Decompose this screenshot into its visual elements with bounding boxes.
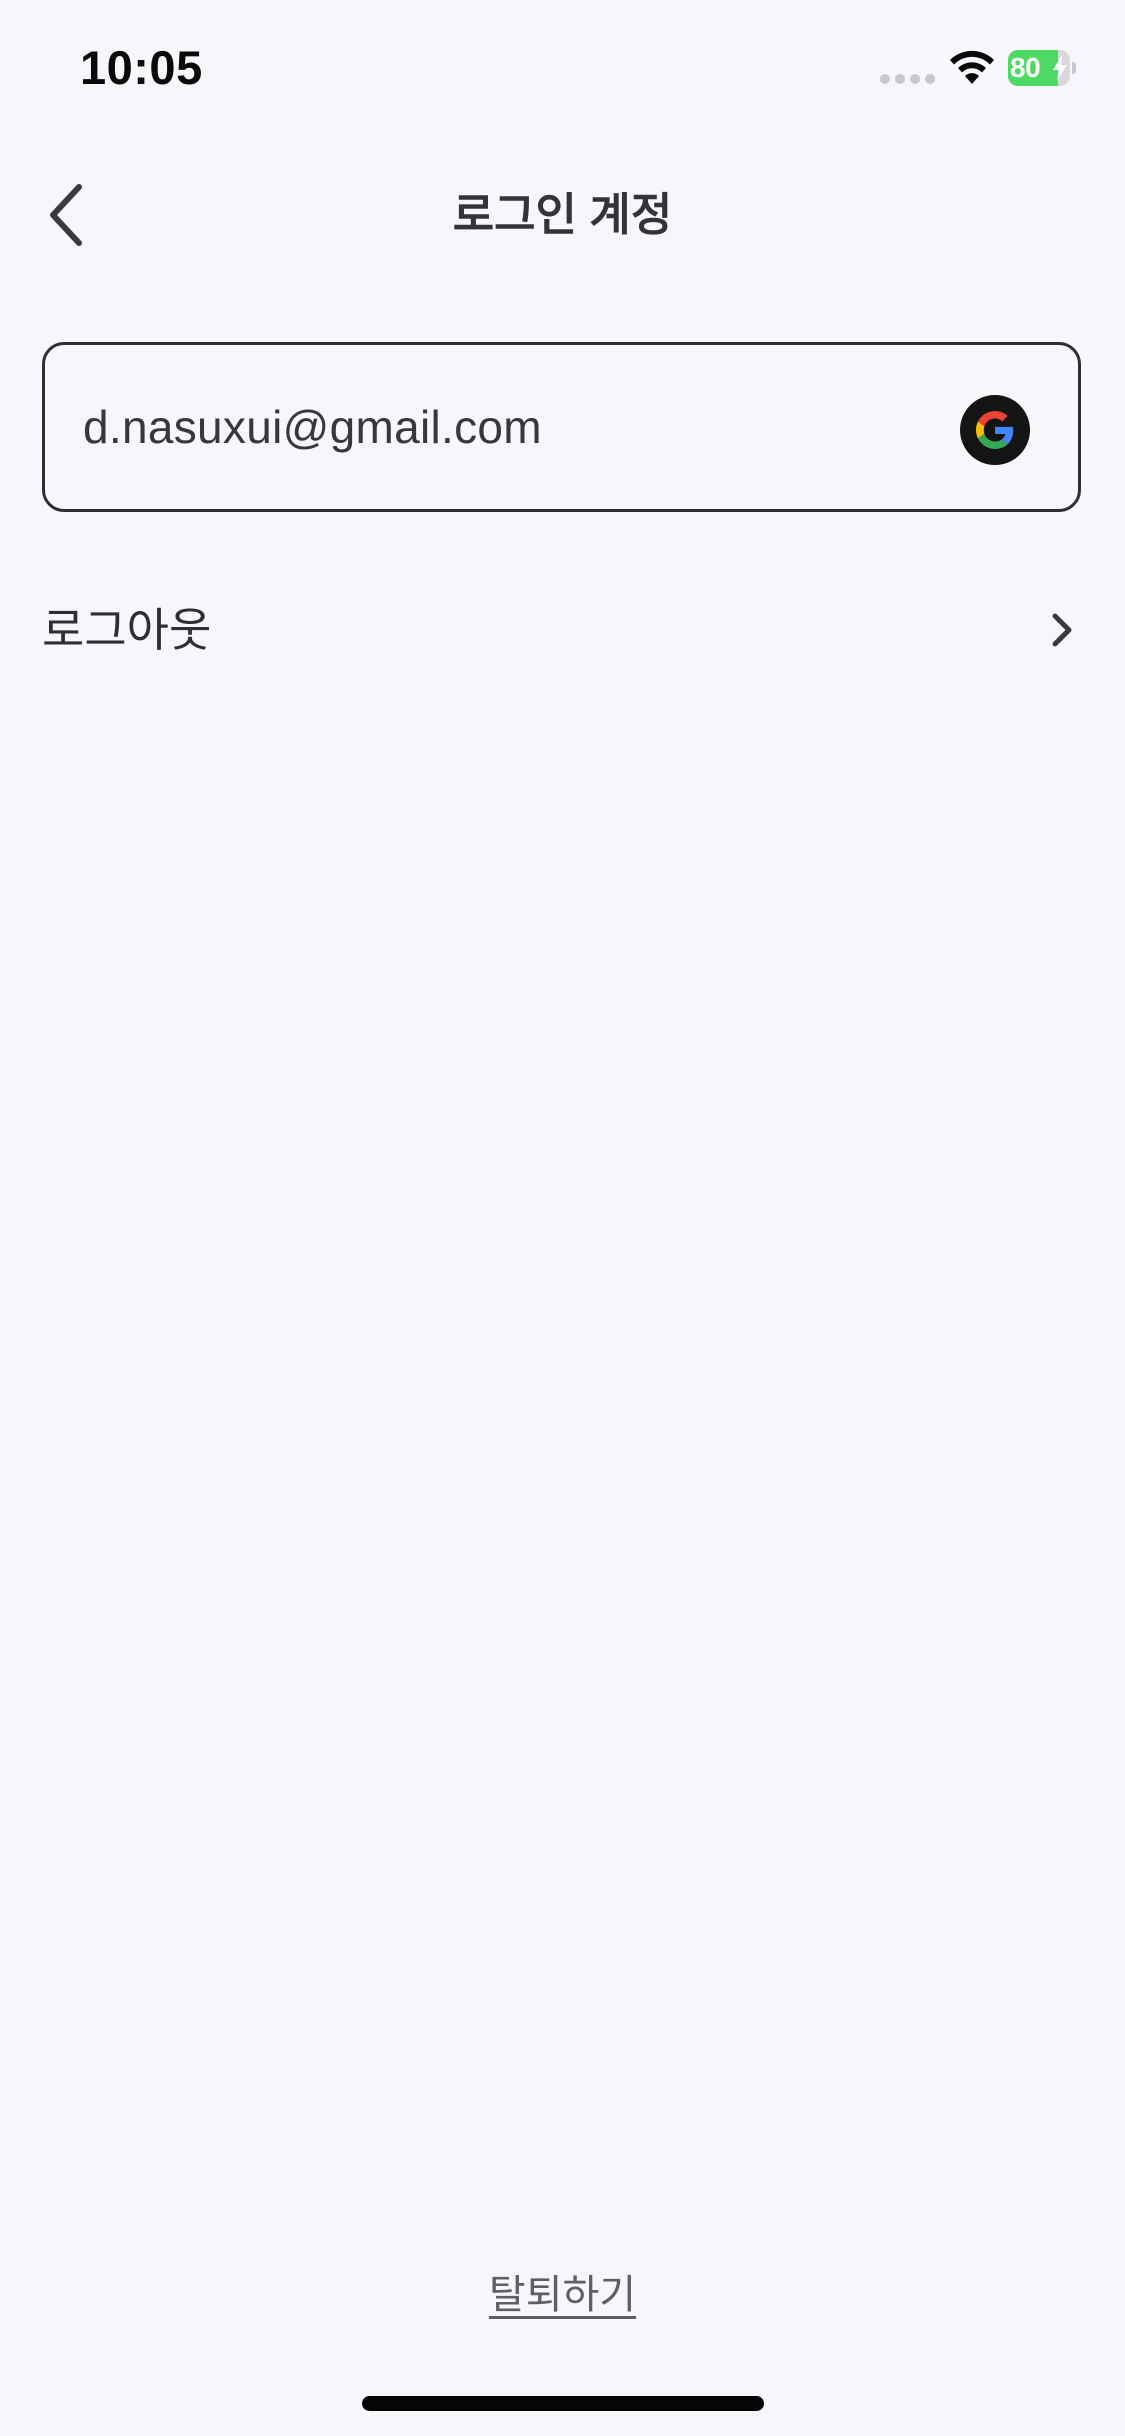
- logout-row[interactable]: 로그아웃: [42, 590, 1081, 670]
- chevron-right-icon: [1052, 613, 1072, 647]
- withdraw-link-container: 탈퇴하기: [0, 2262, 1125, 2322]
- account-email: d.nasuxui@gmail.com: [83, 401, 542, 453]
- charging-bolt-icon: [1053, 55, 1067, 81]
- home-indicator[interactable]: [362, 2396, 764, 2411]
- battery-level: 80: [1010, 52, 1041, 83]
- status-time: 10:05: [80, 41, 203, 94]
- logout-label: 로그아웃: [42, 604, 212, 656]
- withdraw-link[interactable]: 탈퇴하기: [489, 2273, 636, 2317]
- battery-icon: 80: [1008, 50, 1076, 86]
- wifi-icon: [948, 50, 996, 88]
- account-card: d.nasuxui@gmail.com: [42, 342, 1081, 512]
- status-bar: 10:05 80: [0, 0, 1125, 140]
- signal-dots-icon: [880, 74, 936, 84]
- google-icon: [960, 395, 1030, 465]
- nav-bar: 로그인 계정: [0, 160, 1125, 270]
- page-title: 로그인 계정: [452, 189, 673, 240]
